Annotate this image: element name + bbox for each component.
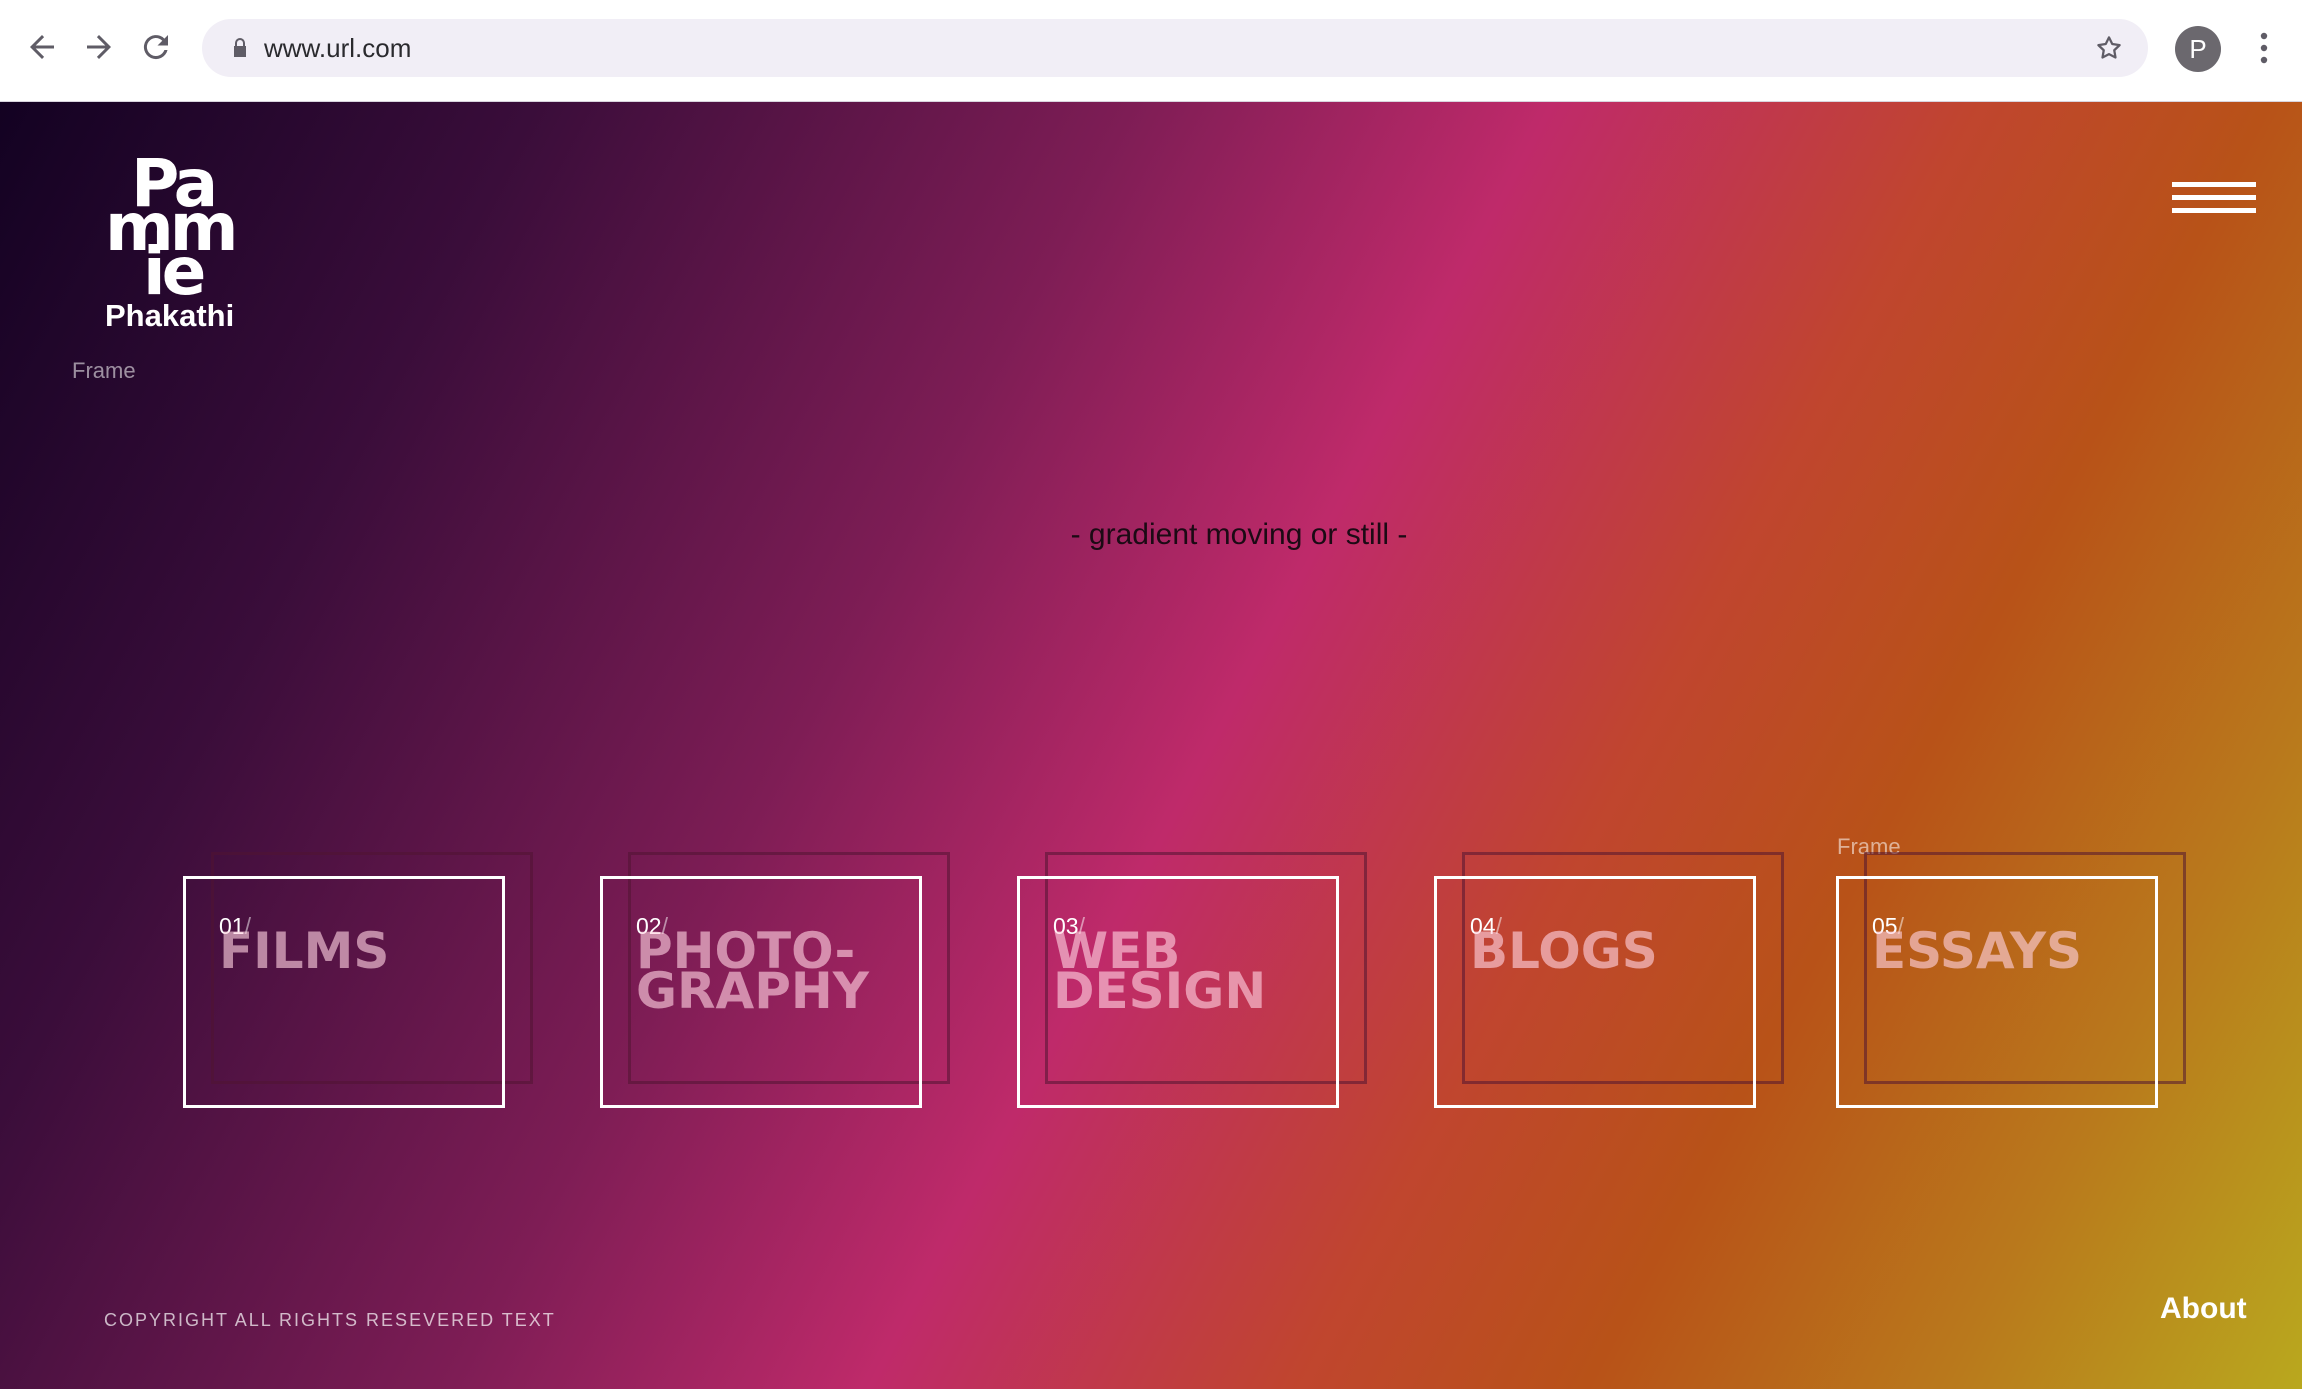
card-title: WEB DESIGN bbox=[1053, 922, 1267, 1020]
address-bar[interactable]: www.url.com bbox=[202, 19, 2148, 77]
profile-avatar[interactable]: P bbox=[2175, 26, 2221, 72]
card-essays-link[interactable]: 05/ ESSAYS bbox=[1836, 876, 2158, 1108]
lock-icon bbox=[228, 36, 252, 60]
card-title: PHOTO- GRAPHY bbox=[636, 922, 869, 1020]
card-web-design: 03/ WEB DESIGN bbox=[1017, 852, 1367, 1108]
card-films-link[interactable]: 01/ FILMS bbox=[183, 876, 505, 1108]
card-essays: 05/ ESSAYS bbox=[1836, 852, 2186, 1108]
logo-surname: Phakathi bbox=[105, 298, 235, 333]
card-blogs: 04/ BLOGS bbox=[1434, 852, 1784, 1108]
forward-arrow-icon[interactable] bbox=[81, 29, 117, 65]
site-logo[interactable]: Pa mm ie Phakathi bbox=[105, 151, 255, 334]
about-link[interactable]: About bbox=[2160, 1292, 2247, 1326]
hamburger-menu-icon[interactable] bbox=[2172, 182, 2256, 224]
hero-tagline: - gradient moving or still - bbox=[1070, 518, 1408, 551]
card-photography: 02/ PHOTO- GRAPHY bbox=[600, 852, 950, 1108]
card-photography-link[interactable]: 02/ PHOTO- GRAPHY bbox=[600, 876, 922, 1108]
card-web-design-link[interactable]: 03/ WEB DESIGN bbox=[1017, 876, 1339, 1108]
card-title: FILMS bbox=[219, 922, 390, 980]
back-arrow-icon[interactable] bbox=[24, 29, 60, 65]
page-viewport: Pa mm ie Phakathi Frame - gradient movin… bbox=[0, 102, 2302, 1389]
card-films: 01/ FILMS bbox=[183, 852, 533, 1108]
browser-toolbar: www.url.com P bbox=[0, 0, 2302, 102]
card-title: BLOGS bbox=[1470, 922, 1658, 980]
card-title: ESSAYS bbox=[1872, 922, 2083, 980]
url-text: www.url.com bbox=[264, 33, 412, 63]
card-blogs-link[interactable]: 04/ BLOGS bbox=[1434, 876, 1756, 1108]
reload-icon[interactable] bbox=[138, 29, 174, 65]
copyright-text: COPYRIGHT ALL RIGHTS RESEVERED TEXT bbox=[104, 1310, 556, 1330]
more-menu-icon[interactable] bbox=[2252, 30, 2276, 66]
frame-label: Frame bbox=[72, 358, 136, 383]
bookmark-star-icon[interactable] bbox=[2094, 33, 2124, 63]
